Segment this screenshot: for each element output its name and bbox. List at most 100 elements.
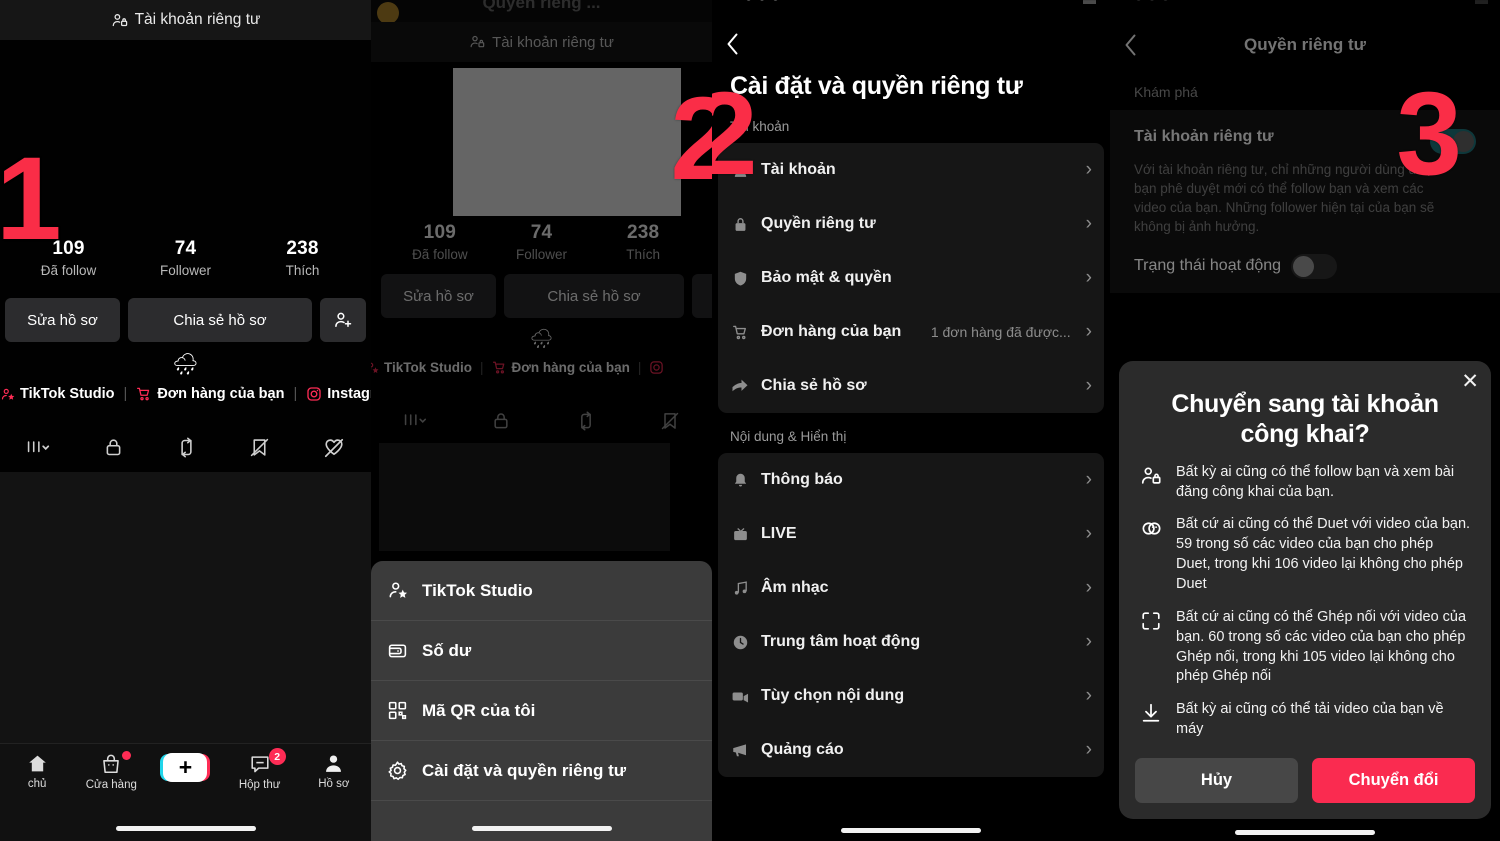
cancel-button[interactable]: Hủy	[1135, 758, 1298, 803]
settings-row-live[interactable]: LIVE ›	[718, 507, 1104, 561]
settings-row-security[interactable]: Bảo mật & quyền ›	[718, 251, 1104, 305]
bullet-duet: Bất cứ ai cũng có thể Duet với video của…	[1139, 515, 1471, 594]
home-indicator	[841, 828, 981, 833]
sheet-item-balance[interactable]: Số dư	[371, 621, 712, 681]
tab-profile[interactable]: Hồ sơ	[302, 753, 366, 790]
link-label: TikTok Studio	[20, 386, 115, 402]
megaphone-icon	[730, 741, 750, 759]
group-label-account: Tài khoản	[730, 119, 790, 134]
stat-followers[interactable]: 74 Follower	[149, 238, 223, 278]
settings-row-label: Tùy chọn nội dung	[761, 687, 905, 704]
stat-label: Đã follow	[412, 247, 468, 262]
chevron-left-icon[interactable]	[726, 32, 739, 56]
saved-icon[interactable]	[249, 437, 270, 458]
clock-icon	[730, 634, 750, 651]
grid-icon[interactable]	[403, 411, 427, 431]
sheet-item-label: Mã QR của tôi	[422, 700, 536, 720]
panel-privacy-modal: 3 • • • ▬ Quyền riêng tư Khám phá Tài kh…	[1110, 0, 1500, 841]
person-star-icon	[387, 580, 408, 601]
profile-content-grid[interactable]	[379, 443, 670, 551]
tab-create[interactable]: +	[153, 753, 217, 782]
panel-settings: 2 • • • ▬ Cài đặt và quyền riêng tư Tài …	[712, 0, 1110, 841]
stitch-icon	[1139, 608, 1163, 632]
saved-icon[interactable]	[660, 411, 680, 431]
link-your-orders[interactable]: Đơn hàng của bạn	[136, 386, 284, 402]
settings-row-account[interactable]: Tài khoản ›	[718, 143, 1104, 197]
chevron-right-icon: ›	[1085, 159, 1092, 180]
profile-link-row: TikTok Studio | Đơn hàng của bạn |	[371, 360, 712, 375]
bullet-follow: Bất kỳ ai cũng có thể follow bạn và xem …	[1139, 463, 1471, 503]
settings-row-privacy[interactable]: Quyền riêng tư ›	[718, 197, 1104, 251]
private-account-header: Tài khoản riêng tư	[0, 0, 371, 40]
link-instagram[interactable]	[649, 360, 669, 375]
profile-content-grid[interactable]	[0, 472, 371, 744]
privacy-card: Tài khoản riêng tư Với tài khoản riêng t…	[1110, 110, 1500, 293]
chevron-right-icon: ›	[1085, 577, 1092, 598]
lock-icon[interactable]	[491, 411, 511, 431]
switch-public-account-modal: ✕ Chuyển sang tài khoản công khai? Bất k…	[1119, 360, 1491, 835]
stat-following[interactable]: 109 Đã follow	[32, 238, 106, 278]
activity-status-row[interactable]: Trạng thái hoạt động	[1110, 237, 1500, 293]
qr-icon	[387, 700, 408, 721]
edit-profile-button[interactable]: Sửa hồ sơ	[381, 274, 496, 318]
profile-icon	[323, 753, 344, 774]
sheet-item-label: TikTok Studio	[422, 580, 533, 600]
settings-row-activity-center[interactable]: Trung tâm hoạt động ›	[718, 615, 1104, 669]
activity-status-toggle[interactable]	[1291, 253, 1338, 279]
shield-icon	[730, 270, 750, 287]
settings-row-label: Bảo mật & quyền	[761, 269, 892, 286]
stat-likes[interactable]: 238 Thích	[266, 238, 340, 278]
settings-row-music[interactable]: Âm nhạc ›	[718, 561, 1104, 615]
stat-value: 109	[52, 238, 85, 259]
settings-row-ads[interactable]: Quảng cáo ›	[718, 723, 1104, 777]
stat-value: 238	[286, 238, 319, 259]
status-left: • • •	[1136, 0, 1170, 8]
share-profile-button[interactable]: Chia sẻ hồ sơ	[504, 274, 684, 318]
toggle-knob	[1453, 131, 1474, 152]
add-friend-button[interactable]	[692, 274, 712, 318]
create-button[interactable]: +	[158, 753, 213, 782]
link-instagram[interactable]: Instagram	[306, 386, 371, 402]
ghost-title: Quyền riêng ...	[482, 0, 601, 12]
settings-row-share-profile[interactable]: Chia sẻ hồ sơ ›	[718, 359, 1104, 413]
link-your-orders[interactable]: Đơn hàng của bạn	[492, 360, 630, 375]
private-account-label: Tài khoản riêng tư	[1134, 128, 1274, 145]
edit-profile-button[interactable]: Sửa hồ sơ	[5, 298, 120, 342]
share-profile-button[interactable]: Chia sẻ hồ sơ	[128, 298, 312, 342]
activity-status-label: Trạng thái hoạt động	[1134, 256, 1282, 274]
liked-icon[interactable]	[323, 437, 345, 459]
sheet-item-settings-privacy[interactable]: Cài đặt và quyền riêng tư	[371, 741, 712, 801]
chevron-right-icon: ›	[1085, 267, 1092, 288]
private-account-toggle[interactable]	[1430, 129, 1476, 154]
sheet-item-tiktok-studio[interactable]: TikTok Studio	[371, 561, 712, 621]
stat-value: 74	[174, 238, 197, 259]
settings-row-your-orders[interactable]: Đơn hàng của bạn 1 đơn hàng đã được... ›	[718, 305, 1104, 359]
settings-row-label: Thông báo	[761, 471, 843, 488]
page-title: Cài đặt và quyền riêng tư	[730, 72, 1023, 100]
profile-stats: 109 Đã follow 74 Follower 238 Thích	[0, 238, 371, 278]
settings-row-content-preferences[interactable]: Tùy chọn nội dung ›	[718, 669, 1104, 723]
link-label: Đơn hàng của bạn	[511, 360, 630, 375]
sheet-item-label: Số dư	[422, 640, 472, 660]
settings-row-notifications[interactable]: Thông báo ›	[718, 453, 1104, 507]
tab-shop[interactable]: Cửa hàng	[79, 751, 143, 791]
sheet-item-my-qr[interactable]: Mã QR của tôi	[371, 681, 712, 741]
close-icon[interactable]: ✕	[1461, 371, 1479, 392]
private-account-row[interactable]: Tài khoản riêng tư	[1110, 112, 1500, 154]
link-label: Đơn hàng của bạn	[157, 386, 285, 402]
repost-icon[interactable]	[576, 411, 596, 431]
tab-inbox[interactable]: 2 Hộp thư	[228, 748, 292, 791]
lock-icon[interactable]	[103, 437, 124, 458]
grid-icon[interactable]	[26, 438, 50, 458]
link-tiktok-studio[interactable]: TikTok Studio	[0, 386, 115, 402]
switch-button[interactable]: Chuyển đổi	[1312, 758, 1475, 803]
panel-profile: 1 Tài khoản riêng tư 109 Đã follow 74 Fo…	[0, 0, 371, 841]
add-friend-button[interactable]	[320, 298, 366, 342]
stat-followers[interactable]: 74 Follower	[504, 222, 578, 262]
tab-home[interactable]: chủ	[5, 753, 69, 790]
link-tiktok-studio[interactable]: TikTok Studio	[371, 360, 472, 375]
stat-following[interactable]: 109 Đã follow	[403, 222, 477, 262]
repost-icon[interactable]	[176, 437, 197, 458]
tab-label: Hộp thư	[238, 779, 281, 791]
stat-likes[interactable]: 238 Thích	[606, 222, 680, 262]
